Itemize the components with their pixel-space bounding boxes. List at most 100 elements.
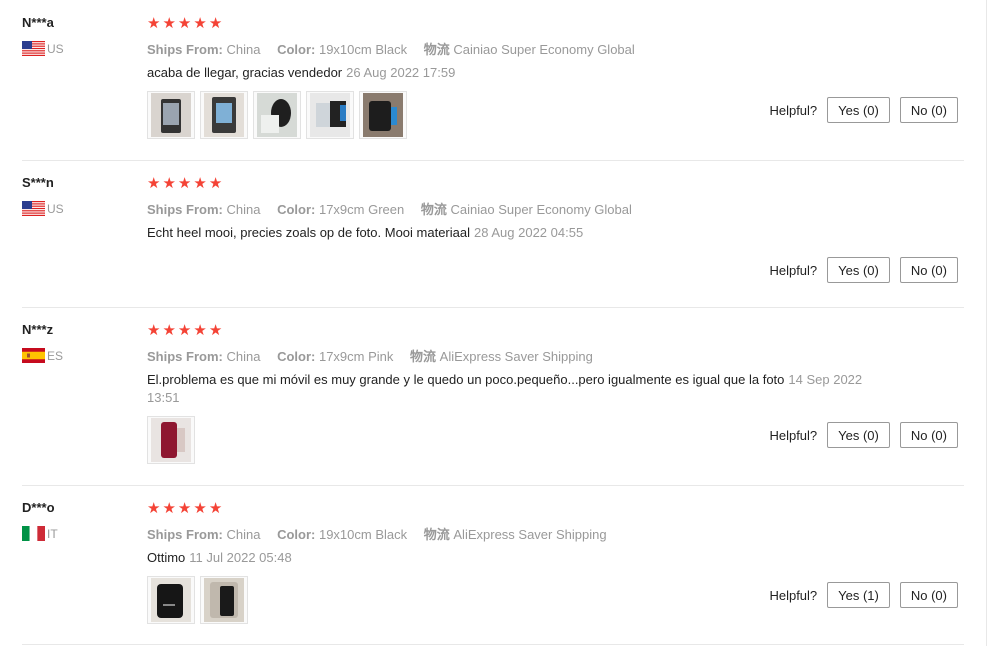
country-code: US — [47, 41, 64, 56]
ships-from-label: Ships From: — [147, 42, 223, 57]
review-photo[interactable] — [200, 576, 248, 624]
star-icon: ★ — [193, 15, 207, 32]
ships-from-label: Ships From: — [147, 527, 223, 542]
reviewer-country: ES — [22, 348, 63, 363]
helpful-label: Helpful? — [769, 587, 818, 603]
star-icon: ★ — [193, 500, 207, 517]
star-icon: ★ — [177, 175, 192, 192]
review-text: Echt heel mooi, precies zoals op de foto… — [147, 224, 867, 242]
helpful-section: Helpful? Yes (0) No (0) — [769, 422, 958, 448]
review-photo[interactable] — [359, 91, 407, 139]
rating-stars: ★ ★ ★ ★ ★ — [147, 323, 222, 338]
star-icon: ★ — [147, 500, 161, 517]
review-photo[interactable] — [253, 91, 301, 139]
review-photo[interactable] — [147, 416, 195, 464]
ships-from-value: China — [226, 527, 261, 542]
helpful-yes-button[interactable]: Yes (0) — [827, 257, 890, 283]
it-flag-icon — [22, 526, 45, 541]
logistics-value: AliExpress Saver Shipping — [453, 527, 607, 542]
review-meta: Ships From: China Color: 19x10cm Black 物… — [147, 524, 620, 543]
logistics-label: 物流 — [423, 42, 450, 57]
helpful-section: Helpful? Yes (0) No (0) — [769, 97, 958, 123]
review-body: acaba de llegar, gracias vendedor — [147, 65, 343, 80]
star-icon: ★ — [208, 175, 223, 192]
color-label: Color: — [277, 202, 316, 217]
review-divider — [22, 160, 964, 161]
color-value: 17x9cm Green — [318, 202, 405, 217]
logistics-value: Cainiao Super Economy Global — [453, 42, 635, 57]
review-meta: Ships From: China Color: 17x9cm Pink 物流 … — [147, 346, 606, 365]
helpful-no-button[interactable]: No (0) — [899, 257, 958, 283]
country-code: ES — [47, 348, 64, 363]
review-text: acaba de llegar, gracias vendedor 26 Aug … — [147, 64, 867, 82]
helpful-no-button[interactable]: No (0) — [899, 582, 958, 608]
color-value: 17x9cm Pink — [318, 349, 394, 364]
star-icon: ★ — [147, 322, 161, 339]
logistics-value: Cainiao Super Economy Global — [450, 202, 632, 217]
review-photo[interactable] — [306, 91, 354, 139]
logistics-label: 物流 — [410, 349, 437, 364]
color-label: Color: — [277, 349, 316, 364]
review-photo[interactable] — [147, 91, 195, 139]
helpful-label: Helpful? — [769, 427, 818, 443]
reviewer-name: N***z — [22, 322, 54, 337]
review-photo[interactable] — [200, 91, 248, 139]
country-code: US — [47, 201, 64, 216]
helpful-section: Helpful? Yes (1) No (0) — [769, 582, 958, 608]
review-photos — [147, 416, 195, 464]
star-icon: ★ — [193, 175, 207, 192]
helpful-no-button[interactable]: No (0) — [899, 97, 958, 123]
reviewer-country: US — [22, 41, 64, 56]
review-photo[interactable] — [147, 576, 195, 624]
reviewer-country: US — [22, 201, 64, 216]
review-text: El.problema es que mi móvil es muy grand… — [147, 371, 867, 407]
helpful-no-button[interactable]: No (0) — [899, 422, 958, 448]
reviewer-name: N***a — [22, 15, 54, 30]
review-date: 26 Aug 2022 17:59 — [346, 65, 456, 80]
helpful-section: Helpful? Yes (0) No (0) — [769, 257, 958, 283]
star-icon: ★ — [208, 15, 223, 32]
rating-stars: ★ ★ ★ ★ ★ — [147, 16, 222, 31]
star-icon: ★ — [208, 322, 223, 339]
review-meta: Ships From: China Color: 17x9cm Green 物流… — [147, 199, 645, 218]
review-body: Ottimo — [147, 550, 186, 565]
star-icon: ★ — [177, 15, 192, 32]
ships-from-value: China — [226, 42, 261, 57]
review-date: 11 Jul 2022 05:48 — [189, 550, 292, 565]
star-icon: ★ — [162, 322, 176, 339]
star-icon: ★ — [162, 500, 176, 517]
color-value: 19x10cm Black — [318, 42, 408, 57]
review-text: Ottimo 11 Jul 2022 05:48 — [147, 549, 867, 567]
reviewer-name: D***o — [22, 500, 55, 515]
star-icon: ★ — [147, 15, 161, 32]
color-label: Color: — [277, 527, 316, 542]
rating-stars: ★ ★ ★ ★ ★ — [147, 501, 222, 516]
es-flag-icon — [22, 348, 45, 363]
country-code: IT — [47, 526, 58, 541]
helpful-yes-button[interactable]: Yes (1) — [827, 582, 890, 608]
review-meta: Ships From: China Color: 19x10cm Black 物… — [147, 39, 648, 58]
star-icon: ★ — [162, 15, 176, 32]
us-flag-icon — [22, 41, 45, 56]
helpful-yes-button[interactable]: Yes (0) — [827, 97, 890, 123]
star-icon: ★ — [162, 175, 176, 192]
review-divider — [22, 485, 964, 486]
helpful-label: Helpful? — [769, 262, 818, 278]
review-body: El.problema es que mi móvil es muy grand… — [147, 372, 785, 387]
logistics-label: 物流 — [423, 527, 450, 542]
color-label: Color: — [277, 42, 316, 57]
review-photos — [147, 91, 407, 139]
review-divider — [22, 644, 964, 645]
star-icon: ★ — [193, 322, 207, 339]
ships-from-value: China — [226, 202, 261, 217]
helpful-yes-button[interactable]: Yes (0) — [827, 422, 890, 448]
ships-from-label: Ships From: — [147, 349, 223, 364]
logistics-label: 物流 — [420, 202, 447, 217]
star-icon: ★ — [208, 500, 223, 517]
reviewer-country: IT — [22, 526, 58, 541]
review-photos — [147, 576, 248, 624]
reviewer-name: S***n — [22, 175, 54, 190]
review-date: 28 Aug 2022 04:55 — [474, 225, 584, 240]
ships-from-value: China — [226, 349, 261, 364]
star-icon: ★ — [177, 500, 192, 517]
